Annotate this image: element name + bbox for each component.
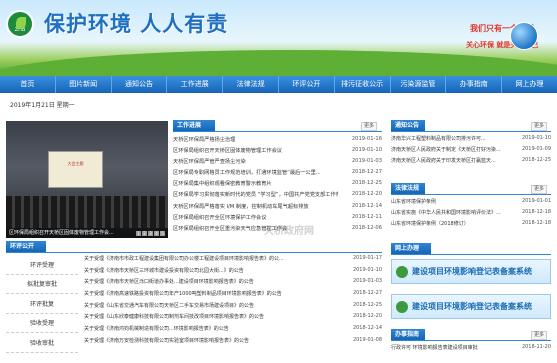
slide-dot[interactable]: 3 bbox=[148, 231, 153, 236]
list-item[interactable]: 山东省实施《中华人民共和国环境影响评价法》... 2018-12-18 bbox=[391, 209, 551, 220]
eia-category-list: 环评受理 拟批复审批 环评批复 验收受理 验收审批 bbox=[6, 255, 78, 353]
divider bbox=[391, 131, 551, 132]
guide-list: 行政许可 环境影响报告表建设项目审批 2018-11-20 bbox=[391, 344, 551, 355]
environment-logo-icon[interactable]: ZHB bbox=[6, 10, 34, 38]
nav-item-work-progress[interactable]: 工作进展 bbox=[167, 76, 224, 93]
registration-icon bbox=[396, 300, 408, 313]
online-title: 网上办理 bbox=[391, 243, 431, 254]
photo-news-slideshow[interactable]: 大会主题 区环保局组织召开天桥区固体废物管理工作会... 1 2 3 4 5 bbox=[6, 121, 168, 238]
eia-category-tab[interactable]: 环评受理 bbox=[6, 255, 78, 275]
work-progress-title: 工作进展 bbox=[173, 120, 215, 131]
notice-title: 通知公告 bbox=[391, 120, 425, 131]
site-title: 保护环境 人人有责 bbox=[44, 11, 229, 36]
list-item[interactable]: 区环保局学习贯彻落实新时代的党员 “学习型”，中国共产党党支部工作条例... 20… bbox=[173, 191, 382, 202]
eia-category-tab[interactable]: 验收受理 bbox=[6, 314, 78, 333]
page: ZHB 保护环境 人人有责 我们只有一个地球 关心环保 就是关心自己 首页 图片… bbox=[0, 0, 557, 363]
nav-item-online[interactable]: 网上办理 bbox=[502, 76, 557, 93]
nav-item-home[interactable]: 首页 bbox=[0, 76, 56, 93]
notice-more-link[interactable]: 更多 bbox=[531, 122, 548, 131]
list-item[interactable]: 关于受理《山东欣泰健康科技有限公司制剂车间技改项目环境影响报告表》的公告 2018… bbox=[84, 313, 382, 325]
list-item[interactable]: 区环保局专职网格员工作规范培训，打通环境监管“最后一公里... 2018-12-2… bbox=[173, 169, 382, 180]
registration-icon bbox=[396, 265, 408, 278]
nav-item-pollution-fee[interactable]: 排污征收公示 bbox=[335, 76, 391, 93]
slide-dot[interactable]: 2 bbox=[142, 231, 147, 236]
list-item[interactable]: 山东省环境保护条例（2018修订） 2018-12-18 bbox=[391, 220, 551, 231]
list-item[interactable]: 关于受理《济南万安检测科技有限公司实验室项目环境影响报告表》的公告 2019-01… bbox=[84, 337, 382, 349]
divider bbox=[391, 194, 551, 195]
nav-item-laws[interactable]: 法律法规 bbox=[223, 76, 279, 93]
banner-label: 建设项目环境影响登记表备案系统 bbox=[412, 267, 532, 276]
list-item[interactable]: 关于受理《济南市天桥区三环城市建设投资有限公司北园大街...》的公告 2019-0… bbox=[84, 267, 382, 279]
nav-item-notices[interactable]: 通知公告 bbox=[112, 76, 168, 93]
list-item[interactable]: 济南天桥区人民政府关于制定《天桥区打好污染... 2019-01-09 bbox=[391, 146, 551, 157]
law-list: 山东省环境保护条例 2019-01-01 山东省实施《中华人民共和国环境影响评价法… bbox=[391, 198, 551, 231]
divider bbox=[391, 340, 551, 341]
guide-title: 办事指南 bbox=[391, 329, 425, 340]
nav-item-guide[interactable]: 办事指南 bbox=[446, 76, 503, 93]
divider bbox=[391, 254, 551, 255]
eia-category-tab[interactable]: 环评批复 bbox=[6, 294, 78, 314]
nav-item-pollution-monitor[interactable]: 污染源监管 bbox=[391, 76, 447, 93]
eia-category-tab[interactable]: 拟批复审批 bbox=[6, 275, 78, 294]
work-list: 天桥区环保局严格扬尘治理 2019-01-16 区环保局组织召开天桥区固体废物管理… bbox=[173, 136, 382, 236]
globe-icon bbox=[510, 22, 538, 50]
leaf-icon bbox=[16, 17, 26, 29]
current-date: 2019年1月21日 星期一 bbox=[10, 102, 75, 109]
slide-screen-graphic: 大会主题 bbox=[48, 151, 103, 188]
nav-item-photo-news[interactable]: 图片新闻 bbox=[56, 76, 112, 93]
site-watermark: 天桥政府网 bbox=[264, 226, 314, 237]
header-banner: ZHB 保护环境 人人有责 我们只有一个地球 关心环保 就是关心自己 bbox=[0, 0, 557, 76]
list-item[interactable]: 山东省环境保护条例 2019-01-01 bbox=[391, 198, 551, 209]
eia-list: 关于受理《济南市市政工程建设集团有限公司办公楼工程建设项目环境影响报告表》的公.… bbox=[84, 255, 382, 349]
main-nav: 首页 图片新闻 通知公告 工作进展 法律法规 环评公开 排污征收公示 污染源监管… bbox=[0, 76, 557, 93]
list-item[interactable]: 关于受理《山东省交通汽车有限公司天桥区二手车交易市场建设项目》的公告 2018-1… bbox=[84, 302, 382, 314]
list-item[interactable]: 区环保局集中组织观看保密教育警示教育片 2018-12-25 bbox=[173, 180, 382, 191]
work-more-link[interactable]: 更多 bbox=[361, 122, 378, 131]
eia-category-tab[interactable]: 验收审批 bbox=[6, 333, 78, 353]
green-hill-graphic bbox=[0, 50, 557, 76]
list-item[interactable]: 行政许可 环境影响报告表建设项目审批 2018-11-20 bbox=[391, 344, 551, 355]
slide-dot[interactable]: 5 bbox=[160, 231, 165, 236]
law-more-link[interactable]: 更多 bbox=[531, 185, 548, 194]
divider bbox=[173, 131, 382, 132]
eia-registration-banner[interactable]: 建设项目环境影响登记表备案系统 bbox=[391, 259, 551, 284]
slide-pager: 1 2 3 4 5 bbox=[136, 231, 165, 236]
list-item[interactable]: 关于受理《济南市天桥区泺口街道办事处...建设项目环境影响报告表》的公告 2019… bbox=[84, 278, 382, 290]
slide-dot[interactable]: 4 bbox=[154, 231, 159, 236]
list-item[interactable]: 区环保局组织召开天桥区固体废物管理工作会议 2019-01-10 bbox=[173, 147, 382, 158]
guide-more-link[interactable]: 更多 bbox=[531, 331, 548, 340]
eia-public-title: 环评公开 bbox=[6, 241, 46, 252]
list-item[interactable]: 天桥区环保局严格落实 I/M 制度，控制机动车尾气超标排放 2018-12-14 bbox=[173, 203, 382, 214]
law-title: 法律法规 bbox=[391, 183, 425, 194]
banner-label: 建设项目环境影响登记表备案系统 bbox=[412, 302, 532, 311]
list-item[interactable]: 关于受理《济南鸿钧机械制造有限公司...环境影响报告表》的公告 2018-12-1… bbox=[84, 325, 382, 337]
nav-item-eia-public[interactable]: 环评公开 bbox=[279, 76, 335, 93]
list-item[interactable]: 关于受理《济南市市政工程建设集团有限公司办公楼工程建设项目环境影响报告表》的公.… bbox=[84, 255, 382, 267]
list-item[interactable]: 济南华兴工程塑料制品有限公司排污许可... 2019-01-10 bbox=[391, 135, 551, 146]
list-item[interactable]: 关于受理《济南高速铁路投资有限公司年产1000吨塑料制品项目环境影响报告表》的公… bbox=[84, 290, 382, 302]
slide-dot[interactable]: 1 bbox=[136, 231, 141, 236]
slide-audience-graphic bbox=[6, 196, 168, 228]
eia-registration-banner[interactable]: 建设项目环境影响登记表备案系统 bbox=[391, 294, 551, 319]
notice-list: 济南华兴工程塑料制品有限公司排污许可... 2019-01-10 济南天桥区人民政… bbox=[391, 135, 551, 168]
list-item[interactable]: 天桥区环保局严管严查扬尘污染 2019-01-03 bbox=[173, 158, 382, 169]
list-item[interactable]: 济南天桥区人民政府关于印发天桥区打赢蓝天... 2018-12-25 bbox=[391, 157, 551, 168]
list-item[interactable]: 天桥区环保局严格扬尘治理 2019-01-16 bbox=[173, 136, 382, 147]
divider bbox=[6, 252, 382, 253]
